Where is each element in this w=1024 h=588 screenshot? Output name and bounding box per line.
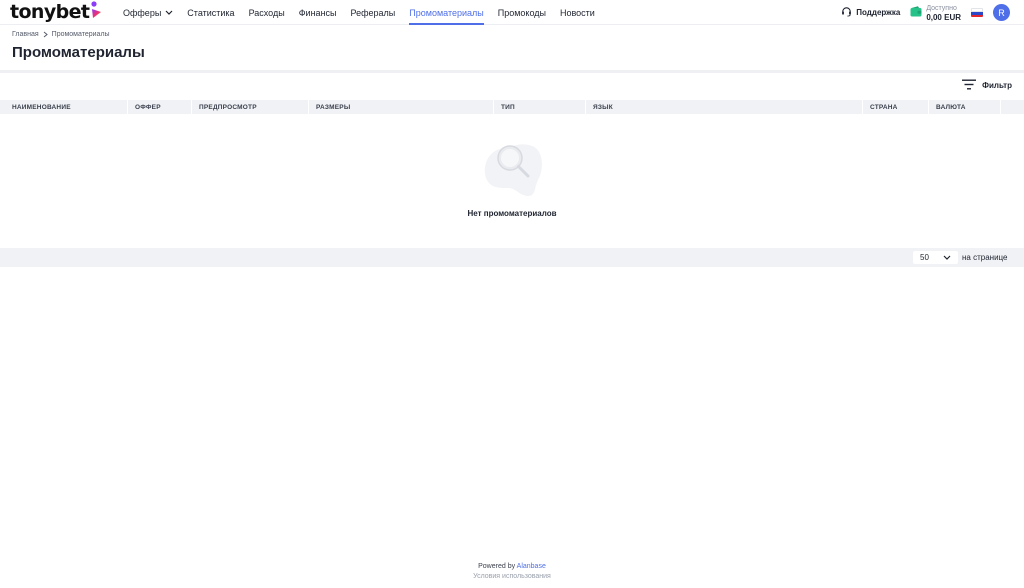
nav-item-label: Промоматериалы	[409, 7, 484, 18]
nav-item-label: Новости	[559, 7, 595, 18]
nav-item-promocodes[interactable]: Промокоды	[491, 0, 553, 25]
filter-icon	[962, 79, 982, 92]
column-header-name[interactable]: НАИМЕНОВАНИЕ	[0, 100, 128, 114]
column-header-type[interactable]: ТИП	[494, 100, 586, 114]
chevron-down-icon	[165, 10, 173, 15]
main-nav: Офферы Статистика Расходы Финансы Рефера…	[116, 0, 602, 25]
breadcrumb-current: Промоматериалы	[51, 31, 110, 38]
nav-item-promo-materials[interactable]: Промоматериалы	[402, 0, 490, 25]
powered-by: Powered by Alanbase	[0, 563, 1024, 570]
wallet-icon	[910, 4, 922, 22]
table-header: НАИМЕНОВАНИЕ ОФФЕР ПРЕДПРОСМОТР РАЗМЕРЫ …	[0, 100, 1024, 114]
brand-logo[interactable]: tonybet	[10, 1, 102, 23]
top-navigation-bar: tonybet Офферы Статистика Расходы Финанс…	[0, 0, 1024, 25]
brand-logo-text: tonybet	[10, 1, 90, 23]
breadcrumb: Главная Промоматериалы	[12, 31, 110, 38]
nav-item-label: Расходы	[248, 7, 285, 18]
balance-widget[interactable]: Доступно 0,00 EUR	[910, 4, 961, 22]
per-page-select[interactable]: 50	[913, 251, 958, 264]
nav-item-label: Рефералы	[350, 7, 396, 18]
nav-item-referrals[interactable]: Рефералы	[344, 0, 403, 25]
column-header-preview[interactable]: ПРЕДПРОСМОТР	[192, 100, 309, 114]
brand-mark-icon	[90, 1, 102, 24]
alanbase-link[interactable]: Alanbase	[517, 563, 546, 570]
pagination-bar: 50 на странице	[0, 248, 1024, 267]
column-header-actions	[1001, 100, 1024, 114]
headset-icon	[841, 6, 856, 19]
column-header-language[interactable]: ЯЗЫК	[586, 100, 863, 114]
terms-link[interactable]: Условия использования	[0, 573, 1024, 580]
chevron-down-icon	[943, 253, 951, 262]
column-header-currency[interactable]: ВАЛЮТА	[929, 100, 1001, 114]
filter-button[interactable]: Фильтр	[962, 79, 1012, 92]
balance-label: Доступно	[926, 4, 957, 12]
chevron-right-icon	[43, 31, 48, 38]
column-header-sizes[interactable]: РАЗМЕРЫ	[309, 100, 494, 114]
per-page-label: на странице	[962, 253, 1008, 262]
ru-flag-icon[interactable]	[971, 8, 983, 17]
nav-item-news[interactable]: Новости	[553, 0, 602, 25]
powered-by-prefix: Powered by	[478, 563, 516, 570]
nav-item-label: Промокоды	[497, 7, 546, 18]
nav-item-label: Офферы	[123, 7, 162, 18]
title-divider	[0, 70, 1024, 73]
nav-item-expenses[interactable]: Расходы	[242, 0, 292, 25]
column-header-offer[interactable]: ОФФЕР	[128, 100, 192, 114]
nav-item-statistics[interactable]: Статистика	[180, 0, 241, 25]
header-tools: Поддержка Доступно 0,00 EUR R	[841, 0, 1010, 25]
nav-item-label: Финансы	[298, 7, 337, 18]
nav-item-offers[interactable]: Офферы	[116, 0, 180, 25]
balance-value: 0,00 EUR	[926, 12, 961, 22]
avatar[interactable]: R	[993, 4, 1010, 21]
column-header-country[interactable]: СТРАНА	[863, 100, 929, 114]
nav-item-label: Статистика	[187, 7, 235, 18]
filter-label: Фильтр	[982, 81, 1012, 90]
nav-item-finance[interactable]: Финансы	[292, 0, 344, 25]
support-label: Поддержка	[856, 8, 901, 17]
breadcrumb-home[interactable]: Главная	[12, 31, 39, 38]
footer: Powered by Alanbase Условия использовани…	[0, 563, 1024, 580]
page-title: Промоматериалы	[12, 44, 145, 61]
per-page-value: 50	[920, 253, 929, 262]
empty-state-message: Нет промоматериалов	[467, 209, 557, 218]
empty-search-illustration-icon	[480, 140, 544, 203]
support-link[interactable]: Поддержка	[841, 6, 900, 19]
